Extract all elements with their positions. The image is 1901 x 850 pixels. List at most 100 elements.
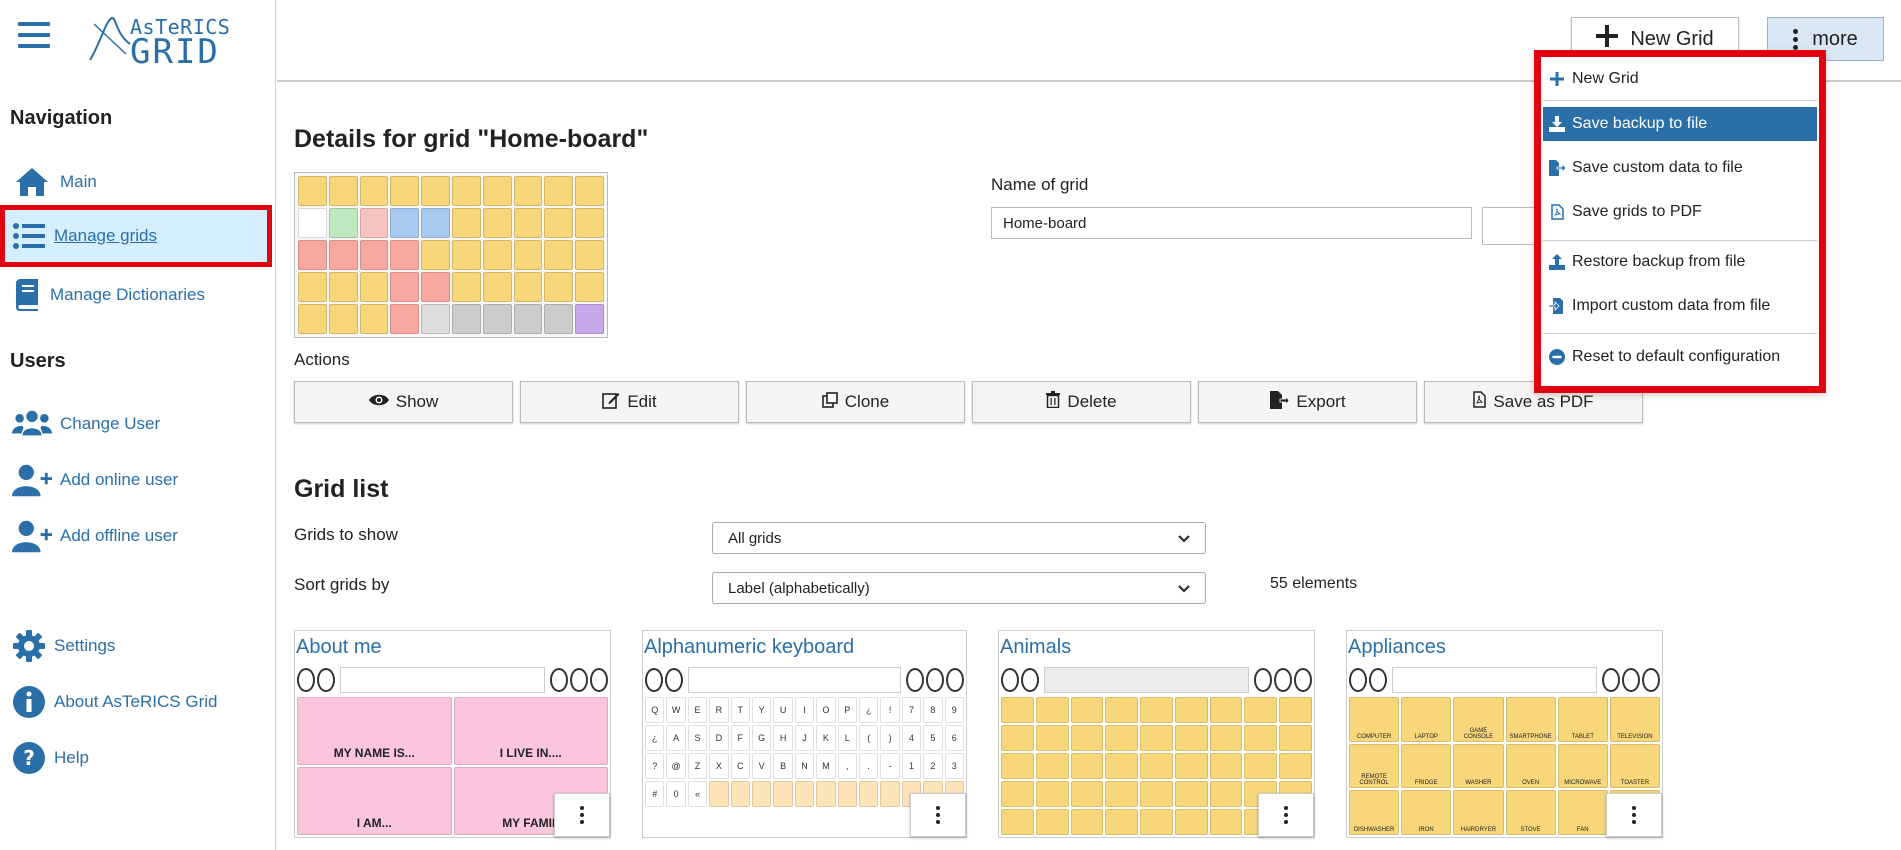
keyboard-key [816, 781, 836, 807]
edit-button[interactable]: Edit [520, 381, 739, 423]
animal-cell [1209, 781, 1243, 807]
thumbnail-cell [451, 208, 481, 238]
keyboard-key: 7 [901, 697, 922, 723]
thumbnail-cell [421, 272, 450, 302]
keyboard-key: 2 [923, 753, 943, 779]
export-button[interactable]: Export [1198, 381, 1417, 423]
chevron-down-icon [1178, 530, 1190, 547]
grid-cell: I LIVE IN.... [453, 697, 608, 765]
file-export-icon [1548, 160, 1566, 176]
keyboard-key: ? [645, 753, 665, 779]
keyboard-key [751, 781, 772, 807]
menu-item-save-custom-data[interactable]: Save custom data to file [1543, 151, 1817, 185]
thumbnail-cell [298, 208, 327, 238]
appliance-cell: MICROWAVE [1557, 743, 1608, 789]
save-as-pdf-label: Save as PDF [1493, 392, 1594, 411]
sidebar-item-label: Add offline user [60, 526, 178, 545]
grid-card-menu-button[interactable] [1606, 793, 1662, 837]
pdf-icon [1548, 204, 1566, 220]
app-logo[interactable]: AsTeRICS GRID [86, 14, 230, 72]
animal-cell [1001, 753, 1034, 779]
animal-cell [1140, 725, 1173, 751]
delete-button[interactable]: Delete [972, 381, 1191, 423]
keyboard-key: Q [645, 697, 665, 723]
thumbnail-cell [575, 176, 604, 206]
name-of-grid-label: Name of grid [991, 175, 1089, 194]
keyboard-key [880, 781, 900, 807]
keyboard-key: 9 [944, 697, 964, 723]
grid-card-title[interactable]: Appliances [1348, 636, 1446, 659]
info-icon [12, 684, 46, 720]
sidebar-item-main[interactable]: Main [0, 157, 272, 207]
thumbnail-cell [451, 272, 481, 302]
sidebar-item-label: Add online user [60, 470, 179, 489]
more-vertical-icon [580, 806, 584, 824]
keyboard-key: ¿ [858, 697, 879, 723]
grid-card-animals[interactable]: Animals [998, 630, 1315, 838]
grid-card-alphanumeric-keyboard[interactable]: Alphanumeric keyboard Q W E R T Y U I O P ¿! 7 8 9 ¿ A S… [642, 630, 967, 838]
keyboard-key: 4 [901, 725, 922, 751]
sidebar-item-change-user[interactable]: Change User [0, 399, 272, 449]
keyboard-key: K [816, 725, 836, 751]
thumbnail-cell [421, 208, 450, 238]
show-button[interactable]: Show [294, 381, 513, 423]
upload-icon [1548, 254, 1566, 270]
sidebar-item-add-online-user[interactable]: Add online user [0, 455, 272, 505]
sidebar-item-help[interactable]: ? Help [0, 733, 272, 783]
question-icon: ? [12, 740, 46, 776]
menu-item-save-grids-pdf[interactable]: Save grids to PDF [1543, 195, 1817, 229]
grid-name-input[interactable] [991, 207, 1472, 239]
grid-card-toolbar [1001, 665, 1312, 695]
hamburger-menu-icon[interactable] [18, 22, 50, 50]
grid-card-menu-button[interactable] [1258, 793, 1314, 837]
menu-item-new-grid[interactable]: New Grid [1543, 62, 1817, 96]
thumbnail-cell [451, 304, 481, 334]
sidebar-item-label: Manage Dictionaries [50, 285, 205, 304]
menu-item-restore-backup[interactable]: Restore backup from file [1543, 245, 1817, 279]
grid-card-title[interactable]: About me [296, 636, 382, 659]
grid-card-about-me[interactable]: About me MY NAME IS... I LIVE IN.... I A… [294, 630, 611, 838]
clone-button[interactable]: Clone [746, 381, 965, 423]
grid-card-menu-button[interactable] [554, 793, 610, 837]
grid-preview-thumbnail[interactable] [294, 172, 608, 338]
sidebar-item-label: Help [54, 748, 89, 767]
grid-card-appliances[interactable]: Appliances COMPUTER LAPTOP GAME CONSOLE SMA… [1346, 630, 1663, 838]
animal-cell [1174, 753, 1208, 779]
animal-cell [1209, 725, 1243, 751]
grids-to-show-select[interactable]: All grids [712, 522, 1206, 554]
file-export-icon [1269, 390, 1290, 414]
appliance-cell: SMARTPHONE [1505, 697, 1556, 742]
keyboard-key [709, 781, 729, 807]
grid-card-title[interactable]: Alphanumeric keyboard [644, 636, 854, 659]
thumbnail-cell [421, 304, 450, 334]
animal-cell [1070, 725, 1104, 751]
appliance-cell: LAPTOP [1401, 697, 1452, 742]
animal-cell [1209, 753, 1243, 779]
animal-cell [1070, 753, 1104, 779]
grid-card-menu-button[interactable] [910, 793, 966, 837]
sidebar-item-settings[interactable]: Settings [0, 621, 272, 671]
keyboard-key: @ [666, 753, 686, 779]
menu-item-save-backup[interactable]: Save backup to file [1543, 107, 1817, 141]
thumbnail-cell [359, 240, 389, 270]
grid-card-title[interactable]: Animals [1000, 636, 1071, 659]
keyboard-key: Y [751, 697, 772, 723]
thumbnail-cell [575, 240, 604, 270]
menu-item-import-custom-data[interactable]: Import custom data from file [1543, 289, 1817, 323]
keyboard-key: R [709, 697, 729, 723]
animal-cell [1174, 781, 1208, 807]
animal-cell [1105, 753, 1139, 779]
animal-cell [1140, 697, 1173, 723]
sidebar-item-manage-dictionaries[interactable]: Manage Dictionaries [0, 270, 272, 320]
menu-item-reset-default[interactable]: Reset to default configuration [1543, 340, 1817, 374]
thumbnail-cell [298, 272, 327, 302]
sidebar-item-label: Main [60, 172, 97, 191]
sort-grids-select[interactable]: Label (alphabetically) [712, 572, 1206, 604]
keyboard-key [794, 781, 815, 807]
sidebar-item-add-offline-user[interactable]: Add offline user [0, 511, 272, 561]
sidebar-item-about[interactable]: About AsTeRICS Grid [0, 677, 272, 727]
actions-label: Actions [294, 350, 350, 369]
appliance-cell: TELEVISION [1609, 697, 1660, 742]
plus-icon [1548, 72, 1566, 86]
sidebar-item-manage-grids[interactable]: Manage grids [0, 205, 272, 267]
